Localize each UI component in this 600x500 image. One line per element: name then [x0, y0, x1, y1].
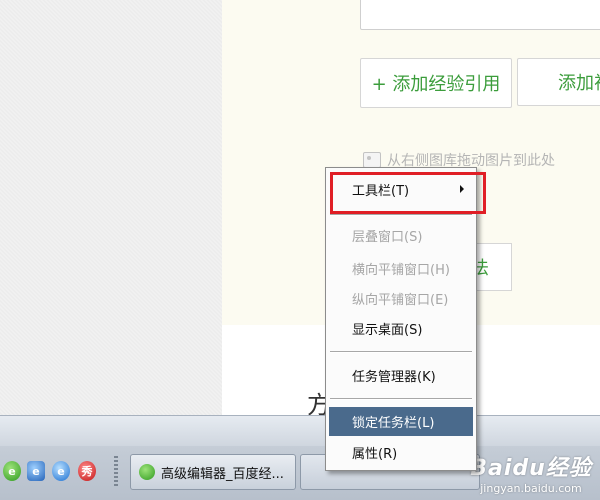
menu-item-label: 属性(R) [352, 447, 398, 462]
watermark-logo: Baidu经验 [470, 455, 592, 481]
red-show-icon[interactable]: 秀 [78, 461, 96, 481]
submenu-arrow-icon [460, 185, 464, 193]
menu-separator [330, 398, 472, 400]
menu-item-label: 纵向平铺窗口(E) [352, 293, 449, 308]
menu-item-task-manager[interactable]: 任务管理器(K) [329, 363, 473, 388]
menu-item-label: 锁定任务栏(L) [352, 416, 435, 431]
watermark-url: jingyan.baidu.com [480, 481, 582, 495]
menu-separator [330, 214, 472, 216]
menu-item-toolbars[interactable]: 工具栏(T) [329, 177, 473, 202]
menu-item-tile-horizontal[interactable]: 横向平铺窗口(H) [329, 256, 473, 281]
add-reference-button[interactable]: + 添加经验引用 [360, 58, 512, 108]
add-media-button[interactable]: 添加视 [517, 58, 600, 106]
taskbar-grip[interactable] [114, 456, 118, 486]
picture-icon [363, 152, 381, 168]
green-e-icon[interactable]: e [3, 461, 21, 481]
blue-e-icon[interactable]: e [27, 461, 45, 481]
taskbar-top-strip [0, 415, 600, 446]
baidu-jingyan-watermark: Baidu经验 jingyan.baidu.com [464, 446, 598, 498]
menu-item-label: 层叠窗口(S) [352, 230, 423, 245]
taskbar-item-editor[interactable]: 高级编辑器_百度经... [130, 454, 296, 490]
menu-item-label: 横向平铺窗口(H) [352, 263, 450, 278]
browser-icon [139, 464, 155, 480]
menu-item-label: 任务管理器(K) [352, 370, 436, 385]
ie-icon[interactable]: e [52, 461, 70, 481]
menu-item-label: 显示桌面(S) [352, 323, 423, 338]
left-background-panel [0, 0, 222, 415]
menu-separator [330, 351, 472, 353]
task-label: 高级编辑器_百度经... [161, 466, 284, 482]
menu-item-lock-taskbar[interactable]: 锁定任务栏(L) [329, 407, 473, 436]
taskbar-context-menu: 工具栏(T) 层叠窗口(S) 横向平铺窗口(H) 纵向平铺窗口(E) 显示桌面(… [325, 167, 477, 471]
menu-item-tile-vertical[interactable]: 纵向平铺窗口(E) [329, 286, 473, 311]
menu-item-properties[interactable]: 属性(R) [329, 440, 473, 465]
description-textarea[interactable] [360, 0, 600, 30]
menu-item-cascade[interactable]: 层叠窗口(S) [329, 223, 473, 248]
menu-item-label: 工具栏(T) [352, 184, 410, 199]
menu-item-show-desktop[interactable]: 显示桌面(S) [329, 316, 473, 341]
